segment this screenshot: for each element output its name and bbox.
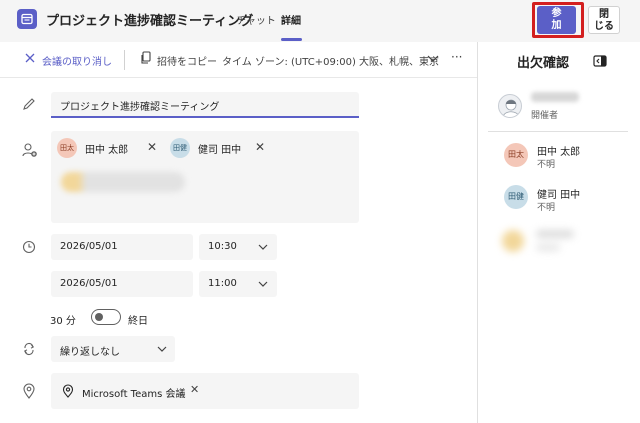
meeting-title-value: プロジェクト進捗確認ミーティング — [60, 102, 220, 113]
all-day-toggle[interactable] — [91, 309, 121, 325]
redacted-name — [536, 230, 574, 238]
cancel-meeting-button[interactable]: 会議の取り消し — [42, 53, 112, 68]
tab-selected-indicator — [281, 38, 302, 41]
header-bar: プロジェクト進捗確認ミーティング チャット 詳細 参 加 閉 じる — [0, 0, 640, 42]
redacted-attendee — [502, 226, 582, 256]
join-button-label-2: 加 — [551, 20, 562, 31]
attendee-name: 田中 太郎 — [85, 145, 129, 156]
end-date-value: 2026/05/01 — [60, 278, 118, 289]
pencil-icon — [23, 98, 35, 110]
copy-icon[interactable] — [140, 51, 152, 65]
rsvp-status: 不明 — [537, 160, 556, 170]
location-field[interactable]: Microsoft Teams 会議 ✕ — [51, 373, 359, 409]
join-button[interactable]: 参 加 — [537, 6, 576, 34]
chevron-down-icon[interactable] — [427, 54, 439, 64]
avatar: 田健 — [504, 185, 528, 209]
avatar: 田太 — [504, 143, 528, 167]
close-icon[interactable] — [24, 52, 36, 64]
panel-divider — [477, 42, 478, 423]
attendees-field[interactable]: 田太 田中 太郎 ✕ 田健 健司 田中 ✕ — [51, 131, 359, 223]
calendar-icon — [17, 9, 37, 29]
join-button-label-1: 参 — [551, 8, 562, 19]
repeat-icon — [23, 342, 35, 356]
end-date-input[interactable]: 2026/05/01 — [51, 271, 193, 297]
start-date-input[interactable]: 2026/05/01 — [51, 234, 193, 260]
close-button[interactable]: 閉 じる — [588, 6, 620, 34]
organizer-role: 開催者 — [531, 111, 559, 121]
recurrence-select[interactable]: 繰り返しなし — [51, 336, 175, 362]
chevron-down-icon — [258, 244, 268, 250]
redacted-avatar — [502, 230, 524, 252]
recurrence-value: 繰り返しなし — [60, 347, 120, 358]
clock-icon — [22, 240, 36, 254]
attendance-panel-title: 出欠確認 — [517, 56, 570, 71]
meeting-title: プロジェクト進捗確認ミーティング — [46, 14, 254, 29]
location-value: Microsoft Teams 会議 — [82, 389, 186, 400]
organizer-name-redacted — [531, 92, 579, 102]
duration-label: 30 分 — [50, 316, 76, 327]
attendee-chip: 田太 田中 太郎 ✕ — [57, 136, 157, 160]
remove-attendee-icon[interactable]: ✕ — [147, 140, 157, 154]
meeting-title-input[interactable]: プロジェクト進捗確認ミーティング — [51, 92, 359, 118]
location-pin-icon — [62, 384, 74, 398]
copy-invite-button[interactable]: 招待をコピー — [157, 53, 217, 68]
toolbar-divider — [124, 50, 125, 70]
redacted-attendee-chip — [61, 172, 185, 192]
rsvp-status: 不明 — [537, 203, 556, 213]
remove-attendee-icon[interactable]: ✕ — [255, 140, 265, 154]
avatar: 田健 — [170, 138, 190, 158]
collapse-panel-icon[interactable] — [593, 55, 607, 67]
redacted-status — [536, 244, 560, 251]
start-time-select[interactable]: 10:30 — [199, 234, 277, 260]
attendee-name: 健司 田中 — [198, 145, 242, 156]
avatar: 田太 — [57, 138, 77, 158]
chevron-down-icon — [157, 346, 167, 352]
more-options-button[interactable]: ··· — [451, 50, 462, 64]
close-button-label-1: 閉 — [599, 9, 609, 20]
tab-chat[interactable]: チャット — [236, 12, 276, 27]
organizer-avatar — [498, 94, 522, 118]
all-day-label: 終日 — [128, 316, 148, 327]
attendee-name: 田中 太郎 — [537, 147, 581, 158]
start-date-value: 2026/05/01 — [60, 241, 118, 252]
close-button-label-2: じる — [594, 21, 614, 32]
toolbar: 会議の取り消し 招待をコピー タイム ゾーン: (UTC+09:00) 大阪、札… — [0, 42, 477, 78]
start-time-value: 10:30 — [208, 241, 237, 252]
panel-separator — [488, 131, 628, 132]
tab-details[interactable]: 詳細 — [281, 12, 301, 27]
attendee-chip: 田健 健司 田中 ✕ — [170, 136, 270, 160]
remove-location-icon[interactable]: ✕ — [190, 383, 199, 396]
timezone-select[interactable]: タイム ゾーン: (UTC+09:00) 大阪、札幌、東京 — [222, 53, 439, 68]
attendee-name: 健司 田中 — [537, 190, 581, 201]
end-time-select[interactable]: 11:00 — [199, 271, 277, 297]
add-people-icon — [22, 143, 37, 157]
location-pin-icon — [23, 383, 35, 399]
toggle-knob — [95, 313, 103, 321]
chevron-down-icon — [258, 281, 268, 287]
end-time-value: 11:00 — [208, 278, 237, 289]
